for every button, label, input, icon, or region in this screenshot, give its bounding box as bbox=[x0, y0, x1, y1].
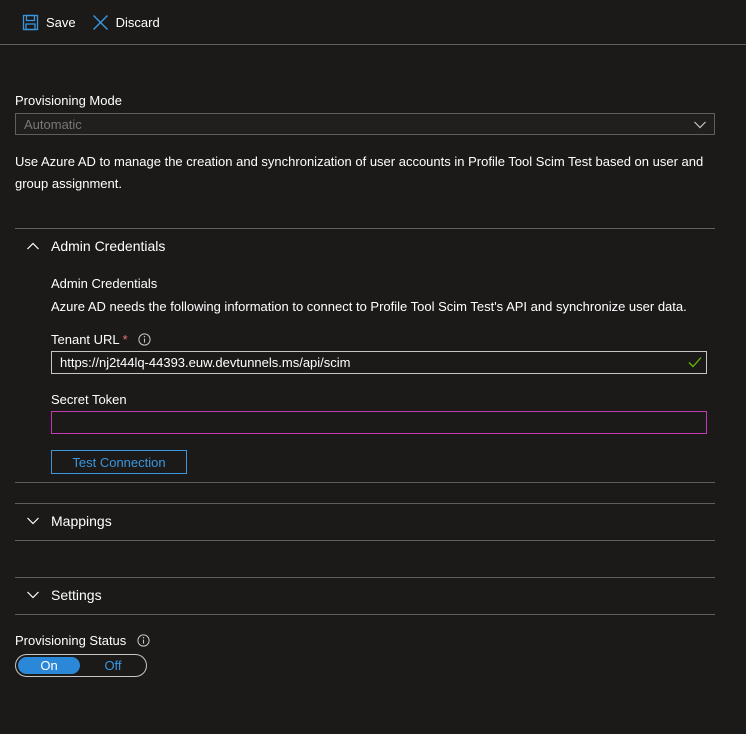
tenant-url-label-row: Tenant URL * bbox=[51, 332, 151, 349]
divider bbox=[15, 482, 715, 483]
save-button[interactable]: Save bbox=[22, 6, 76, 38]
provisioning-mode-value: Automatic bbox=[24, 116, 82, 132]
chevron-down-icon bbox=[694, 117, 706, 132]
provisioning-page: Save Discard Provisioning Mode Automatic… bbox=[0, 0, 746, 734]
tenant-url-value: https://nj2t44lq-44393.euw.devtunnels.ms… bbox=[60, 355, 351, 370]
tenant-url-label: Tenant URL bbox=[51, 332, 120, 347]
save-label: Save bbox=[46, 14, 76, 30]
provisioning-status-label-row: Provisioning Status bbox=[15, 633, 150, 650]
divider bbox=[15, 614, 715, 615]
section-title: Settings bbox=[51, 587, 102, 603]
admin-credentials-heading: Admin Credentials bbox=[51, 276, 158, 291]
section-header-mappings[interactable]: Mappings bbox=[15, 503, 715, 539]
secret-token-input[interactable] bbox=[51, 411, 707, 434]
section-title: Admin Credentials bbox=[51, 238, 166, 254]
close-icon bbox=[92, 14, 109, 31]
secret-token-label: Secret Token bbox=[51, 392, 127, 407]
toggle-option-off[interactable]: Off bbox=[82, 657, 144, 674]
chevron-down-icon bbox=[15, 517, 51, 525]
toggle-option-on[interactable]: On bbox=[18, 657, 80, 674]
tenant-url-input[interactable]: https://nj2t44lq-44393.euw.devtunnels.ms… bbox=[51, 351, 707, 374]
section-header-admin-credentials[interactable]: Admin Credentials bbox=[15, 228, 715, 264]
section-title: Mappings bbox=[51, 513, 112, 529]
required-marker: * bbox=[122, 332, 128, 347]
discard-button[interactable]: Discard bbox=[92, 6, 160, 38]
info-icon[interactable] bbox=[138, 332, 151, 349]
provisioning-status-toggle[interactable]: On Off bbox=[15, 654, 147, 677]
provisioning-status-label: Provisioning Status bbox=[15, 633, 127, 648]
info-icon[interactable] bbox=[137, 633, 150, 650]
admin-credentials-subtext: Azure AD needs the following information… bbox=[51, 299, 687, 314]
section-header-settings[interactable]: Settings bbox=[15, 577, 715, 613]
discard-label: Discard bbox=[115, 14, 160, 30]
provisioning-mode-dropdown[interactable]: Automatic bbox=[15, 113, 715, 135]
provisioning-description: Use Azure AD to manage the creation and … bbox=[15, 154, 704, 191]
chevron-up-icon bbox=[15, 242, 51, 250]
command-bar: Save Discard bbox=[0, 0, 746, 45]
checkmark-icon bbox=[688, 356, 702, 371]
provisioning-mode-label: Provisioning Mode bbox=[15, 93, 122, 108]
chevron-down-icon bbox=[15, 591, 51, 599]
test-connection-button[interactable]: Test Connection bbox=[51, 450, 187, 474]
divider bbox=[15, 540, 715, 541]
save-icon bbox=[22, 14, 39, 31]
